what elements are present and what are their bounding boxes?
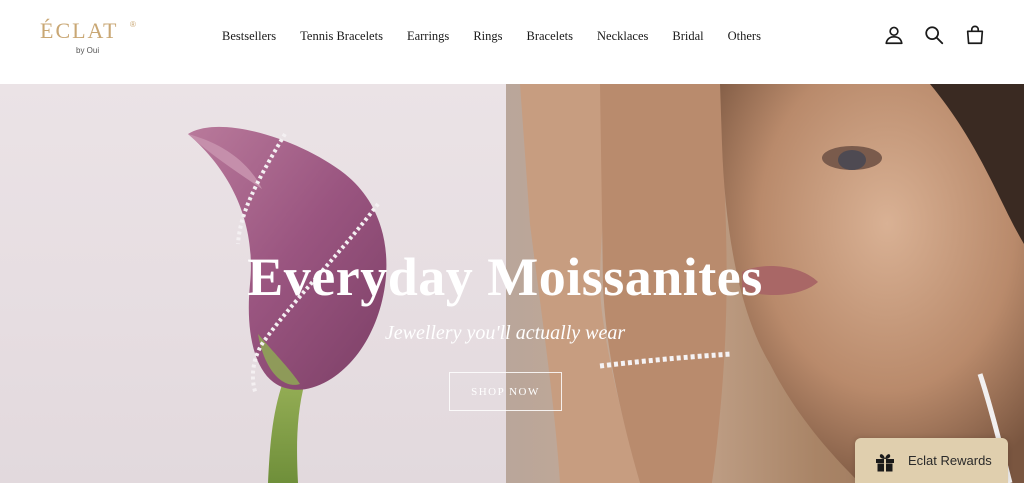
nav-item-bridal[interactable]: Bridal [672, 26, 703, 46]
rewards-label: Eclat Rewards [908, 453, 992, 468]
shop-now-button[interactable]: SHOP NOW [449, 372, 562, 411]
brand-tagline: by Oui [76, 46, 100, 55]
nav-item-necklaces[interactable]: Necklaces [597, 26, 648, 46]
nav-item-bracelets[interactable]: Bracelets [527, 26, 574, 46]
hero-subtitle: Jewellery you'll actually wear [384, 322, 626, 344]
brand-name: ÉCLAT [40, 18, 119, 43]
hero-banner[interactable]: Everyday Moissanites Jewellery you'll ac… [0, 84, 1024, 483]
brand-registered-mark: ® [130, 20, 136, 29]
brand-logo[interactable]: ÉCLAT ® by Oui [40, 18, 140, 58]
search-icon[interactable] [923, 24, 945, 46]
rewards-launcher[interactable]: Eclat Rewards [855, 438, 1008, 483]
nav-item-tennis-bracelets[interactable]: Tennis Bracelets [300, 26, 383, 46]
hero-title: Everyday Moissanites [247, 247, 763, 307]
main-nav: Bestsellers Tennis Bracelets Earrings Ri… [222, 26, 785, 46]
site-header: ÉCLAT ® by Oui Bestsellers Tennis Bracel… [0, 0, 1024, 84]
gift-icon [876, 454, 894, 472]
nav-item-rings[interactable]: Rings [473, 26, 502, 46]
nav-item-bestsellers[interactable]: Bestsellers [222, 26, 276, 46]
cart-icon[interactable] [964, 24, 986, 46]
nav-item-others[interactable]: Others [728, 26, 761, 46]
nav-item-earrings[interactable]: Earrings [407, 26, 449, 46]
account-icon[interactable] [883, 24, 905, 46]
